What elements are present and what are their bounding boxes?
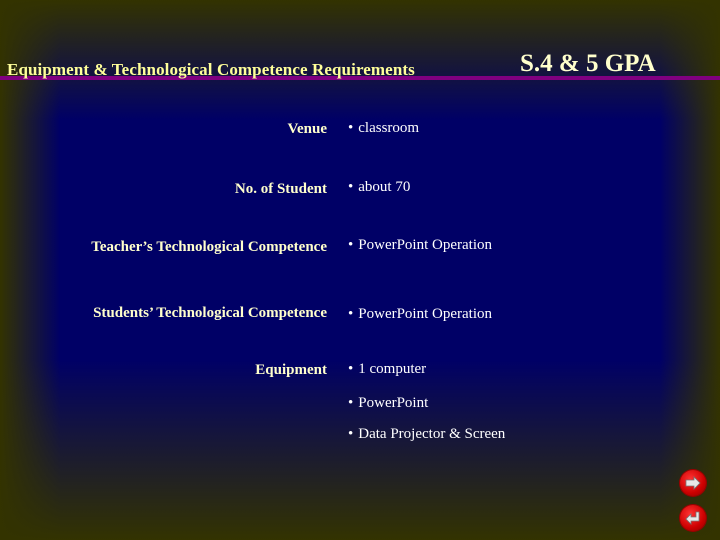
- bullet: •: [348, 361, 354, 377]
- slide-background: [0, 0, 720, 540]
- row-value-text: classroom: [358, 120, 420, 136]
- row-value: • PowerPoint Operation: [348, 237, 492, 254]
- bullet: •: [348, 179, 354, 195]
- row-value-text: 1 computer: [358, 361, 427, 377]
- row-value-text: PowerPoint Operation: [358, 237, 492, 253]
- row-label: Students’ Technological Competence: [93, 305, 327, 321]
- row-label: Venue: [287, 121, 327, 137]
- row-value: • classroom: [348, 120, 419, 137]
- row-value: • about 70: [348, 179, 410, 196]
- bullet: •: [348, 120, 354, 136]
- bullet: •: [348, 395, 354, 411]
- next-slide-button[interactable]: [680, 470, 706, 496]
- bullet: •: [348, 426, 354, 442]
- row-label: Teacher’s Technological Competence: [91, 239, 327, 255]
- return-icon: [685, 511, 700, 525]
- row-value-text: Data Projector & Screen: [358, 426, 506, 442]
- row-label: Equipment: [255, 362, 327, 378]
- slide-title: Equipment & Technological Competence Req…: [7, 60, 415, 79]
- bullet: •: [348, 306, 354, 322]
- return-button[interactable]: [680, 505, 706, 531]
- row-value: • PowerPoint: [348, 395, 428, 412]
- slide-subtitle: S.4 & 5 GPA: [520, 50, 656, 77]
- row-value: • 1 computer: [348, 361, 426, 378]
- next-slide-icon: [685, 476, 701, 490]
- row-value: • PowerPoint Operation: [348, 306, 492, 323]
- bullet: •: [348, 237, 354, 253]
- row-value: • Data Projector & Screen: [348, 426, 505, 443]
- row-value-text: PowerPoint Operation: [358, 306, 492, 322]
- row-value-text: PowerPoint: [358, 395, 429, 411]
- row-label: No. of Student: [234, 181, 327, 197]
- row-value-text: about 70: [358, 179, 411, 195]
